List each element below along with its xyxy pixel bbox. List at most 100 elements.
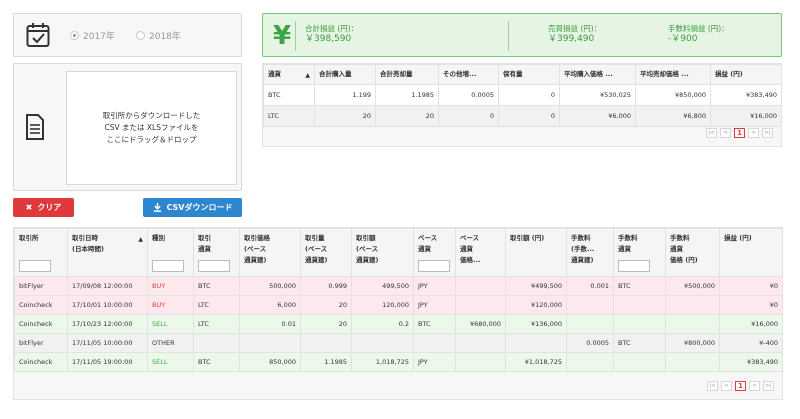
year-option-2017[interactable]: 2017年 bbox=[70, 29, 115, 42]
table-cell: LTC bbox=[263, 105, 315, 127]
currency-filter-input[interactable] bbox=[198, 260, 230, 272]
first-page-button[interactable]: |< bbox=[707, 381, 718, 391]
table-cell: 499,500 bbox=[351, 276, 414, 296]
year-option-2018[interactable]: 2018年 bbox=[136, 29, 181, 42]
currency-summary-table: 通貨 ▲ 合計購入量 合計売却量 その他増... 保有量 平均購入価格 ... 平… bbox=[263, 64, 782, 127]
table-cell bbox=[300, 333, 352, 353]
column-header[interactable]: 取引価格 (ベース 通貨建) bbox=[239, 228, 301, 277]
table-cell bbox=[566, 295, 614, 315]
clear-button[interactable]: ✖ クリア bbox=[13, 198, 74, 217]
table-cell bbox=[613, 314, 666, 334]
dropzone-line: 取引所からダウンロードした bbox=[102, 111, 201, 120]
table-cell: ¥16,000 bbox=[719, 314, 783, 334]
table-cell: 0.0005 bbox=[566, 333, 614, 353]
table-cell: ¥680,000 bbox=[455, 314, 506, 334]
csv-button-label: CSVダウンロード bbox=[166, 203, 233, 212]
table-cell bbox=[239, 333, 301, 353]
table-cell bbox=[193, 333, 240, 353]
table-cell: ¥136,000 bbox=[505, 314, 567, 334]
table-cell: JPY bbox=[413, 295, 456, 315]
column-header-datetime[interactable]: 取引日時 (日本時間) ▲ bbox=[67, 228, 148, 277]
prev-page-button[interactable]: < bbox=[720, 128, 731, 138]
trade-profit-value: ￥399,490 bbox=[548, 34, 595, 44]
column-header[interactable]: 平均購入価格 ... bbox=[559, 64, 636, 85]
radio-unselected-icon bbox=[136, 31, 145, 40]
table-cell: ¥383,490 bbox=[719, 352, 783, 372]
fee-currency-filter-input[interactable] bbox=[618, 260, 650, 272]
column-header-base-currency[interactable]: ベース 通貨 bbox=[413, 228, 456, 277]
column-header[interactable]: ベース 通貨 価格... bbox=[455, 228, 506, 277]
trades-pagination: |< < 1 > >| bbox=[707, 381, 774, 391]
last-page-button[interactable]: >| bbox=[762, 128, 773, 138]
table-cell bbox=[455, 276, 506, 296]
table-cell bbox=[566, 352, 614, 372]
file-drop-zone[interactable]: 取引所からダウンロードした CSV または XLSファイルを ここにドラッグ＆ド… bbox=[66, 71, 237, 185]
table-row[interactable]: Coincheck 17/11/05 19:00:00 SELL BTC 850… bbox=[14, 352, 783, 372]
column-header[interactable]: 手数料 通貨 価格 (円) bbox=[665, 228, 720, 277]
column-header[interactable]: 合計売却量 bbox=[375, 64, 439, 85]
table-row[interactable]: BTC 1.199 1.1985 0.0005 0 ¥530,025 ¥850,… bbox=[263, 84, 782, 106]
table-row[interactable]: Coincheck 17/10/01 10:00:00 BUY LTC 6,00… bbox=[14, 295, 783, 315]
column-header[interactable]: その他増... bbox=[438, 64, 499, 85]
fee-profit-label: 手数料損益 (円)： bbox=[668, 24, 729, 33]
table-row[interactable]: bitFlyer 17/09/08 12:00:00 BUY BTC 500,0… bbox=[14, 276, 783, 296]
column-header[interactable]: 取引量 (ベース 通貨建) bbox=[300, 228, 352, 277]
trade-profit-label: 売買損益 (円)： bbox=[548, 24, 602, 33]
table-row[interactable]: bitFlyer 17/11/05 10:00:00 OTHER 0.0005 … bbox=[14, 333, 783, 353]
trade-type-cell: SELL bbox=[147, 314, 194, 334]
column-header[interactable]: 手数料 (手数... 通貨建) bbox=[566, 228, 614, 277]
column-header-type[interactable]: 種別 bbox=[147, 228, 194, 277]
trades-grid: 取引所 取引日時 (日本時間) ▲ 種別 取引 通貨 取引価格 (ベース 通貨建)… bbox=[13, 227, 783, 400]
next-page-button[interactable]: > bbox=[749, 381, 760, 391]
table-cell: LTC bbox=[193, 314, 240, 334]
first-page-button[interactable]: |< bbox=[706, 128, 717, 138]
table-cell: 1.1985 bbox=[300, 352, 352, 372]
divider bbox=[295, 21, 296, 51]
table-row[interactable]: LTC 20 20 0 0 ¥6,000 ¥6,800 ¥16,000 bbox=[263, 105, 782, 127]
table-cell: 0.0005 bbox=[438, 84, 499, 106]
current-page-button[interactable]: 1 bbox=[735, 381, 746, 391]
column-header[interactable]: 取引額 (円) bbox=[505, 228, 567, 277]
dropzone-line: ここにドラッグ＆ドロップ bbox=[106, 135, 197, 144]
current-page-button[interactable]: 1 bbox=[734, 128, 745, 138]
exchange-filter-input[interactable] bbox=[19, 260, 51, 272]
total-profit-label: 合計損益 (円)： bbox=[305, 24, 359, 33]
table-cell: 17/09/08 12:00:00 bbox=[67, 276, 148, 296]
fee-profit-value: -￥900 bbox=[668, 34, 698, 44]
sort-asc-icon: ▲ bbox=[305, 72, 310, 79]
column-header[interactable]: 保有量 bbox=[498, 64, 560, 85]
column-header[interactable]: 取引額 (ベース 通貨建) bbox=[351, 228, 414, 277]
column-header-exchange[interactable]: 取引所 bbox=[14, 228, 68, 277]
base-currency-filter-input[interactable] bbox=[418, 260, 450, 272]
column-header[interactable]: 平均売却価格 ... bbox=[635, 64, 711, 85]
table-cell: 20 bbox=[314, 105, 376, 127]
table-cell: ¥1,018,725 bbox=[505, 352, 567, 372]
column-header[interactable]: 損益 (円) bbox=[710, 64, 782, 85]
table-cell: 17/10/23 12:00:00 bbox=[67, 314, 148, 334]
table-cell: JPY bbox=[413, 352, 456, 372]
next-page-button[interactable]: > bbox=[748, 128, 759, 138]
total-profit-value: ￥398,590 bbox=[305, 34, 352, 44]
table-cell: 120,000 bbox=[351, 295, 414, 315]
year-option-label: 2018年 bbox=[149, 32, 181, 42]
column-header[interactable]: 合計購入量 bbox=[314, 64, 376, 85]
table-cell: 1,018,725 bbox=[351, 352, 414, 372]
last-page-button[interactable]: >| bbox=[763, 381, 774, 391]
trade-type-cell: BUY bbox=[147, 295, 194, 315]
table-cell: 500,000 bbox=[239, 276, 301, 296]
prev-page-button[interactable]: < bbox=[721, 381, 732, 391]
table-cell: 20 bbox=[375, 105, 439, 127]
csv-download-button[interactable]: CSVダウンロード bbox=[143, 198, 242, 217]
column-header-fee-currency[interactable]: 手数料 通貨 bbox=[613, 228, 666, 277]
column-header-currency[interactable]: 取引 通貨 bbox=[193, 228, 240, 277]
table-cell: 17/11/05 10:00:00 bbox=[67, 333, 148, 353]
column-header[interactable]: 損益 (円) bbox=[719, 228, 783, 277]
column-header-currency[interactable]: 通貨 ▲ bbox=[263, 64, 315, 85]
table-cell: BTC bbox=[613, 276, 666, 296]
table-cell: bitFlyer bbox=[14, 276, 68, 296]
type-filter-input[interactable] bbox=[152, 260, 184, 272]
table-row[interactable]: Coincheck 17/10/23 12:00:00 SELL LTC 0.0… bbox=[14, 314, 783, 334]
table-cell bbox=[613, 352, 666, 372]
trade-type-cell: SELL bbox=[147, 352, 194, 372]
trade-profit: 売買損益 (円)： ￥399,490 bbox=[548, 23, 601, 45]
